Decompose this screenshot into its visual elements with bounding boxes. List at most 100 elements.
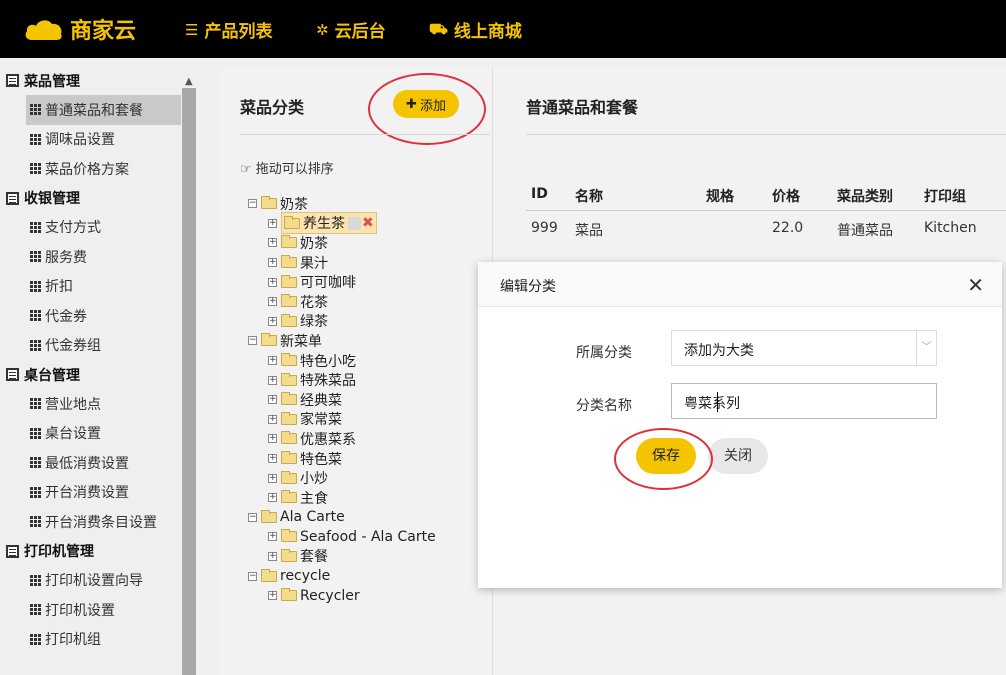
edit-icon[interactable] bbox=[348, 216, 361, 230]
grid-icon bbox=[30, 516, 41, 528]
expand-icon[interactable]: + bbox=[268, 375, 277, 385]
folder-icon bbox=[281, 588, 297, 602]
tree-node[interactable]: + Recycler bbox=[248, 586, 488, 606]
sidebar-item[interactable]: 菜品价格方案 bbox=[0, 154, 181, 184]
expand-icon[interactable]: + bbox=[268, 395, 277, 405]
expand-icon[interactable]: + bbox=[268, 258, 277, 268]
sidebar-item[interactable]: 代金券 bbox=[0, 301, 181, 331]
sidebar-item[interactable]: 支付方式 bbox=[0, 213, 181, 243]
sidebar-item[interactable]: 打印机组 bbox=[0, 625, 181, 655]
sidebar-scrollbar[interactable]: ▲ bbox=[181, 74, 197, 675]
sidebar-item[interactable]: 打印机设置向导 bbox=[0, 566, 181, 596]
collapse-icon[interactable]: − bbox=[248, 336, 257, 346]
expand-icon[interactable]: + bbox=[268, 551, 277, 561]
category-name-input[interactable]: 粤菜系列 bbox=[671, 383, 937, 419]
tree-node[interactable]: + 特殊菜品 bbox=[248, 370, 488, 390]
nav-cloud-backend[interactable]: ✲ 云后台 bbox=[316, 17, 386, 43]
cell-category[interactable]: 普通菜品 bbox=[837, 220, 893, 240]
tree-node[interactable]: + 花茶 bbox=[248, 292, 488, 312]
expand-icon[interactable]: + bbox=[268, 473, 277, 483]
grid-icon bbox=[30, 339, 41, 351]
brand-logo[interactable]: 商家云 bbox=[24, 13, 136, 45]
sidebar-item[interactable]: 调味品设置 bbox=[0, 125, 181, 155]
sidebar-item[interactable]: 代金券组 bbox=[0, 331, 181, 361]
sidebar-item[interactable]: 打印机设置 bbox=[0, 595, 181, 625]
cell-printgroup[interactable]: Kitchen bbox=[924, 220, 977, 236]
tree-node[interactable]: + 特色小吃 bbox=[248, 351, 488, 371]
tree-node[interactable]: + 优惠菜系 bbox=[248, 429, 488, 449]
expand-icon[interactable]: + bbox=[268, 493, 277, 503]
close-button[interactable]: 关闭 bbox=[708, 438, 768, 474]
expand-icon[interactable]: + bbox=[268, 434, 277, 444]
expand-icon[interactable]: + bbox=[268, 277, 277, 287]
folder-open-icon bbox=[261, 568, 277, 582]
grid-icon bbox=[30, 574, 41, 586]
expand-icon[interactable]: + bbox=[268, 414, 277, 424]
grid-icon bbox=[30, 310, 41, 322]
sidebar-item[interactable]: 开台消费设置 bbox=[0, 478, 181, 508]
grid-icon bbox=[30, 604, 41, 616]
cell-price[interactable]: 22.0 bbox=[772, 220, 803, 236]
sidebar-item[interactable]: 折扣 bbox=[0, 272, 181, 302]
tree-node[interactable]: + 奶茶 bbox=[248, 233, 488, 253]
folder-icon bbox=[281, 392, 297, 406]
expand-icon[interactable]: + bbox=[268, 218, 277, 228]
collapse-icon[interactable]: − bbox=[248, 512, 257, 522]
collapse-icon[interactable]: − bbox=[248, 199, 257, 209]
sidebar-item[interactable]: 开台消费条目设置 bbox=[0, 507, 181, 537]
sidebar-group[interactable]: 打印机管理 bbox=[0, 537, 181, 566]
tree-node[interactable]: + 可可咖啡 bbox=[248, 272, 488, 292]
expand-icon[interactable]: + bbox=[268, 454, 277, 464]
tree-node[interactable]: + 特色菜 bbox=[248, 449, 488, 469]
category-name-label: 分类名称 bbox=[576, 398, 632, 414]
parent-category-select[interactable]: 添加为大类 ﹀ bbox=[671, 330, 937, 366]
tree-node[interactable]: + 果汁 bbox=[248, 253, 488, 273]
tree-node[interactable]: + 主食 bbox=[248, 488, 488, 508]
tree-node[interactable]: − Ala Carte bbox=[248, 508, 488, 528]
nav-online-mall[interactable]: ⛟ 线上商城 bbox=[429, 17, 522, 43]
page-title: 普通菜品和套餐 bbox=[526, 98, 639, 117]
tree-node[interactable]: + 家常菜 bbox=[248, 410, 488, 430]
close-icon[interactable]: ✕ bbox=[967, 273, 984, 297]
scroll-up-icon[interactable]: ▲ bbox=[185, 76, 193, 87]
tree-node[interactable]: − recycle bbox=[248, 566, 488, 586]
expand-icon[interactable]: + bbox=[268, 356, 277, 366]
expand-icon[interactable]: + bbox=[268, 591, 277, 601]
sidebar-group[interactable]: 菜品管理 bbox=[0, 66, 181, 95]
tree-node[interactable]: + Seafood - Ala Carte bbox=[248, 527, 488, 547]
tree-node[interactable]: + 套餐 bbox=[248, 547, 488, 567]
scrollbar-thumb[interactable] bbox=[182, 88, 196, 675]
sidebar-item[interactable]: 服务费 bbox=[0, 242, 181, 272]
grid-icon bbox=[30, 486, 41, 498]
selected-node[interactable]: 养生茶 ✖ bbox=[281, 212, 377, 235]
sidebar-item[interactable]: 普通菜品和套餐 bbox=[26, 95, 181, 125]
expand-icon[interactable]: + bbox=[268, 238, 277, 248]
tree-node[interactable]: + 经典菜 bbox=[248, 390, 488, 410]
col-header-price: 价格 bbox=[772, 189, 800, 205]
sidebar: 菜品管理 普通菜品和套餐 调味品设置 菜品价格方案 收银管理 支付方式 服务费 折扣 代金券 代金… bbox=[0, 66, 181, 675]
collapse-icon[interactable]: − bbox=[248, 571, 257, 581]
sidebar-group[interactable]: 桌台管理 bbox=[0, 360, 181, 389]
tree-node[interactable]: − 新菜单 bbox=[248, 331, 488, 351]
cell-id[interactable]: 999 bbox=[531, 220, 558, 236]
folder-icon bbox=[281, 529, 297, 543]
expand-icon[interactable]: + bbox=[268, 532, 277, 542]
expand-icon[interactable]: + bbox=[268, 297, 277, 307]
sidebar-group[interactable]: 收银管理 bbox=[0, 184, 181, 213]
cell-name[interactable]: 菜品 bbox=[575, 220, 603, 240]
sidebar-item[interactable]: 桌台设置 bbox=[0, 419, 181, 449]
text-cursor bbox=[717, 392, 718, 412]
expand-icon[interactable]: + bbox=[268, 316, 277, 326]
col-header-category: 菜品类别 bbox=[837, 189, 893, 205]
delete-icon[interactable]: ✖ bbox=[362, 215, 374, 231]
tree-node[interactable]: + 小炒 bbox=[248, 468, 488, 488]
sidebar-item[interactable]: 营业地点 bbox=[0, 389, 181, 419]
sidebar-item[interactable]: 最低消费设置 bbox=[0, 448, 181, 478]
dialog-title: 编辑分类 bbox=[500, 279, 556, 295]
gear-icon: ✲ bbox=[316, 20, 329, 39]
nav-product-list[interactable]: ☰ 产品列表 bbox=[185, 17, 272, 43]
tree-node[interactable]: − 奶茶 bbox=[248, 194, 488, 214]
tree-node[interactable]: + 养生茶 ✖ bbox=[248, 212, 488, 235]
divider bbox=[526, 134, 1006, 135]
tree-node[interactable]: + 绿茶 bbox=[248, 312, 488, 332]
